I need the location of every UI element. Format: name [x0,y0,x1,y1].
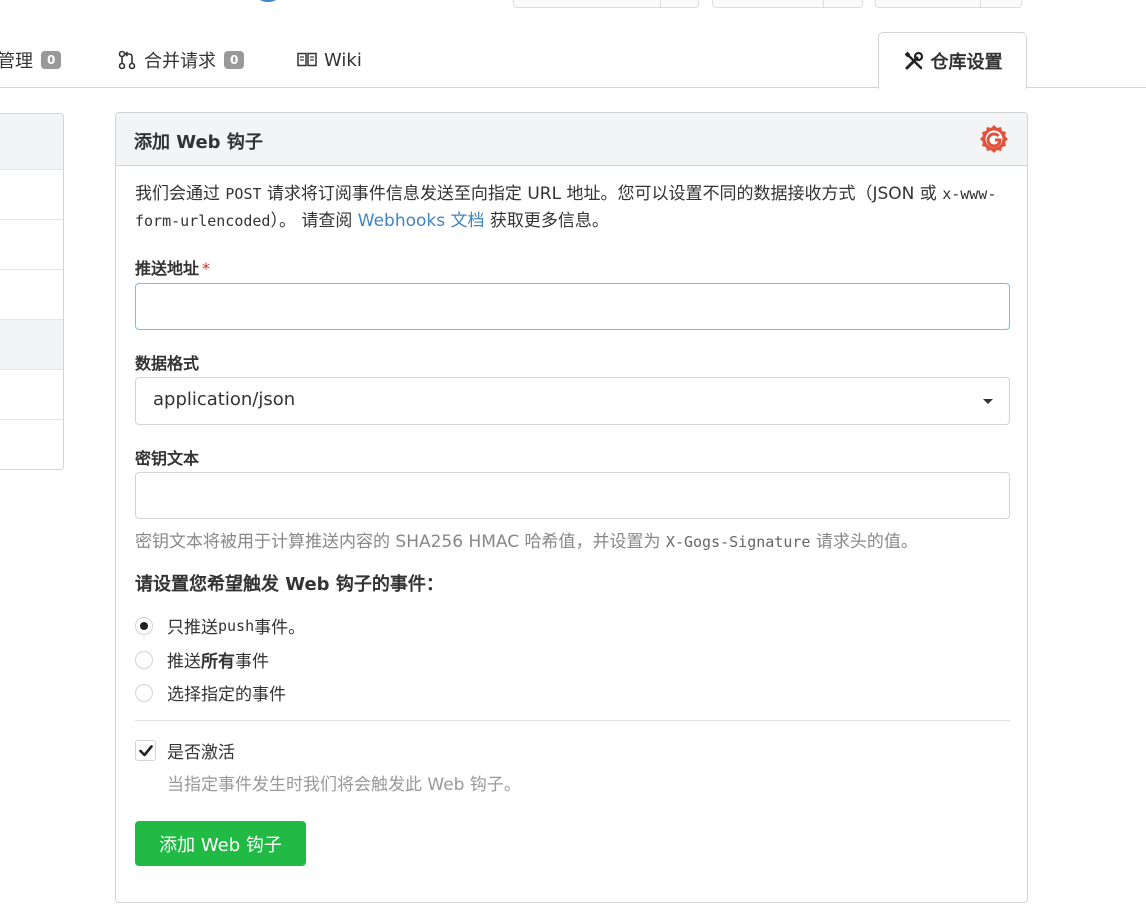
tab-settings[interactable]: 仓库设置 [878,32,1027,89]
pull-request-icon [116,49,138,71]
payload-url-label-text: 推送地址 [135,259,200,278]
sidebar-item-active[interactable] [0,320,63,370]
help-text: 请求头的值。 [810,532,918,552]
option-text: 只推送 [167,618,218,638]
sidebar-item[interactable] [0,170,63,220]
events-title: 请设置您希望触发 Web 钩子的事件： [135,574,444,595]
tools-icon [903,50,925,72]
help-text: 密钥文本将被用于计算推送内容的 SHA256 HMAC 哈希值，并设置为 [135,532,666,552]
pulls-count-badge: 0 [224,51,245,69]
payload-url-label: 推送地址 * [135,255,210,279]
webhook-panel-header: 添加 Web 钩子 [115,112,1028,166]
payload-url-input[interactable] [135,283,1010,330]
tab-wiki[interactable]: Wiki [296,46,362,74]
tab-pull-requests[interactable]: 合并请求 0 [116,46,245,74]
option-bold-text: 所有 [201,652,235,672]
sidebar-item[interactable] [0,270,63,320]
desc-text: 请求将订阅事件信息发送至向指定 URL 地址。您可以设置不同的数据接收方式（JS… [261,184,943,204]
option-text: 事件。 [254,618,306,638]
content-type-value: application/json [153,389,296,410]
active-label: 是否激活 [167,743,235,763]
checkmark-icon [138,744,153,756]
content-type-select[interactable]: application/json [135,377,1010,425]
sidebar-item[interactable] [0,220,63,270]
active-checkbox[interactable] [135,740,156,761]
tab-pull-requests-label: 合并请求 [144,51,216,72]
desc-text: 获取更多信息。 [484,211,609,231]
sidebar-header [0,114,63,170]
active-help-text: 当指定事件发生时我们将会触发此 Web 钩子。 [167,775,521,795]
secret-label: 密钥文本 [135,449,200,468]
sidebar-item[interactable] [0,370,63,420]
event-all-option[interactable]: 推送 所有 事件 [135,647,269,672]
option-text: 事件 [235,652,269,672]
active-option[interactable]: 是否激活 [135,738,235,763]
gogs-logo-icon [980,125,1008,153]
webhook-description: 我们会通过 POST 请求将订阅事件信息发送至向指定 URL 地址。您可以设置不… [135,181,1015,235]
radio-all-events[interactable] [135,650,153,669]
webhooks-docs-link[interactable]: Webhooks 文档 [358,211,485,231]
signature-header-code: X-Gogs-Signature [665,533,811,551]
issues-count-badge: 0 [41,51,62,69]
book-icon [296,49,318,71]
push-code: push [218,616,255,635]
tab-issues-label: 管理 [0,51,33,72]
tab-wiki-label: Wiki [324,49,362,71]
desc-post-code: POST [225,185,262,203]
tab-settings-label: 仓库设置 [930,52,1003,73]
sidebar-item[interactable] [0,420,63,469]
radio-choose-events[interactable] [135,683,153,702]
secret-help-text: 密钥文本将被用于计算推送内容的 SHA256 HMAC 哈希值，并设置为 X-G… [135,527,918,552]
content-type-label: 数据格式 [135,354,200,373]
add-webhook-button[interactable]: 添加 Web 钩子 [135,821,306,866]
desc-text: ）。 请查阅 [270,211,358,231]
option-text: 选择指定的事件 [167,685,286,705]
settings-sidebar-menu [0,113,64,470]
required-mark: * [202,259,211,278]
event-choose-option[interactable]: 选择指定的事件 [135,680,286,705]
panel-title: 添加 Web 钩子 [134,132,263,153]
dropdown-caret-icon [983,399,993,404]
webhook-form: 我们会通过 POST 请求将订阅事件信息发送至向指定 URL 地址。您可以设置不… [115,165,1028,903]
radio-push-only[interactable] [135,616,153,635]
form-divider [135,720,1010,721]
event-push-only-option[interactable]: 只推送 push 事件。 [135,613,305,638]
desc-text: 我们会通过 [135,184,226,204]
option-text: 推送 [167,652,201,672]
tab-issues[interactable]: 管理 0 [0,46,62,74]
secret-input[interactable] [135,472,1010,519]
